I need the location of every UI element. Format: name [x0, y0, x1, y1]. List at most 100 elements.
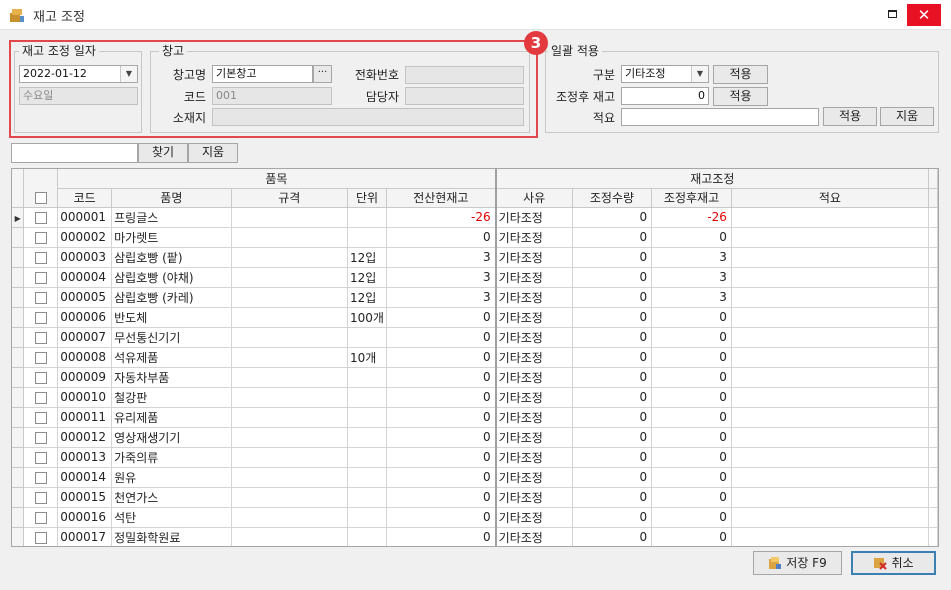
cell-qty[interactable]: 0 — [572, 427, 653, 448]
cell-memo[interactable] — [731, 347, 930, 368]
row-checkbox[interactable] — [34, 211, 47, 224]
table-row[interactable]: 000015 천연가스 0 기타조정 0 0 — [12, 487, 938, 508]
row-checkbox-cell[interactable] — [23, 367, 59, 388]
table-row[interactable]: 000017 정밀화학원료 0 기타조정 0 0 — [12, 527, 938, 546]
cell-code[interactable]: 000008 — [57, 347, 113, 368]
row-checkbox[interactable] — [34, 491, 47, 504]
row-checkbox-cell[interactable] — [23, 227, 59, 248]
row-checkbox[interactable] — [34, 311, 47, 324]
cell-stock[interactable]: 0 — [386, 527, 497, 546]
select-all-checkbox[interactable] — [34, 191, 47, 204]
cell-memo[interactable] — [731, 327, 930, 348]
cell-code[interactable]: 000006 — [57, 307, 113, 328]
cell-name[interactable]: 마가렛트 — [111, 227, 232, 248]
cell-after[interactable]: 0 — [651, 467, 732, 488]
search-input[interactable] — [11, 143, 138, 163]
cell-stock[interactable]: 0 — [386, 447, 497, 468]
col-reason[interactable]: 사유 — [495, 188, 573, 208]
row-checkbox[interactable] — [34, 291, 47, 304]
table-row[interactable]: 000003 삼립호빵 (팥) 12입 3 기타조정 0 3 — [12, 247, 938, 268]
cell-reason[interactable]: 기타조정 — [495, 207, 573, 228]
cell-code[interactable]: 000002 — [57, 227, 113, 248]
cell-unit[interactable] — [347, 447, 387, 468]
cell-spec[interactable] — [231, 347, 349, 368]
cell-after[interactable]: 0 — [651, 367, 732, 388]
cell-memo[interactable] — [731, 307, 930, 328]
cell-code[interactable]: 000015 — [57, 487, 113, 508]
memo-input[interactable] — [621, 108, 819, 126]
cell-spec[interactable] — [231, 267, 349, 288]
apply-after-stock-button[interactable]: 적용 — [713, 87, 768, 106]
cell-memo[interactable] — [731, 427, 930, 448]
cell-reason[interactable]: 기타조정 — [495, 307, 573, 328]
chevron-down-icon[interactable]: ▼ — [691, 66, 708, 82]
table-row[interactable]: 000006 반도체 100개 0 기타조정 0 0 — [12, 307, 938, 328]
row-checkbox[interactable] — [34, 271, 47, 284]
cell-spec[interactable] — [231, 307, 349, 328]
cell-name[interactable]: 삼립호빵 (팥) — [111, 247, 232, 268]
cell-qty[interactable]: 0 — [572, 227, 653, 248]
cell-qty[interactable]: 0 — [572, 327, 653, 348]
row-checkbox-cell[interactable] — [23, 327, 59, 348]
cell-after[interactable]: 0 — [651, 447, 732, 468]
cell-stock[interactable]: -26 — [386, 207, 497, 228]
cell-after[interactable]: 0 — [651, 347, 732, 368]
cell-after[interactable]: 0 — [651, 487, 732, 508]
cancel-button[interactable]: 취소 — [851, 551, 936, 575]
row-checkbox[interactable] — [34, 531, 47, 544]
cell-stock[interactable]: 3 — [386, 267, 497, 288]
cell-stock[interactable]: 0 — [386, 487, 497, 508]
row-checkbox[interactable] — [34, 231, 47, 244]
cell-unit[interactable] — [347, 467, 387, 488]
cell-qty[interactable]: 0 — [572, 287, 653, 308]
cell-unit[interactable] — [347, 427, 387, 448]
table-row[interactable]: 000016 석탄 0 기타조정 0 0 — [12, 507, 938, 528]
cell-memo[interactable] — [731, 207, 930, 228]
cell-after[interactable]: 0 — [651, 387, 732, 408]
cell-unit[interactable]: 12입 — [347, 267, 387, 288]
category-select[interactable]: 기타조정 ▼ — [621, 65, 709, 83]
table-row[interactable]: 000004 삼립호빵 (야채) 12입 3 기타조정 0 3 — [12, 267, 938, 288]
cell-code[interactable]: 000004 — [57, 267, 113, 288]
cell-stock[interactable]: 0 — [386, 367, 497, 388]
table-row[interactable]: 000010 철강판 0 기타조정 0 0 — [12, 387, 938, 408]
table-row[interactable]: 000013 가죽의류 0 기타조정 0 0 — [12, 447, 938, 468]
cell-stock[interactable]: 0 — [386, 347, 497, 368]
cell-name[interactable]: 천연가스 — [111, 487, 232, 508]
row-checkbox[interactable] — [34, 431, 47, 444]
cell-unit[interactable] — [347, 507, 387, 528]
cell-memo[interactable] — [731, 387, 930, 408]
cell-code[interactable]: 000001 — [57, 207, 113, 228]
cell-reason[interactable]: 기타조정 — [495, 507, 573, 528]
cell-unit[interactable] — [347, 367, 387, 388]
table-row[interactable]: 000008 석유제품 10개 0 기타조정 0 0 — [12, 347, 938, 368]
row-checkbox-cell[interactable] — [23, 427, 59, 448]
cell-name[interactable]: 철강판 — [111, 387, 232, 408]
cell-qty[interactable]: 0 — [572, 207, 653, 228]
cell-qty[interactable]: 0 — [572, 467, 653, 488]
cell-stock[interactable]: 0 — [386, 467, 497, 488]
cell-reason[interactable]: 기타조정 — [495, 247, 573, 268]
cell-unit[interactable]: 10개 — [347, 347, 387, 368]
row-checkbox[interactable] — [34, 391, 47, 404]
cell-after[interactable]: 3 — [651, 267, 732, 288]
row-checkbox[interactable] — [34, 331, 47, 344]
table-row[interactable]: 000007 무선통신기기 0 기타조정 0 0 — [12, 327, 938, 348]
cell-after[interactable]: 0 — [651, 507, 732, 528]
col-name[interactable]: 품명 — [111, 188, 232, 208]
cell-name[interactable]: 프링글스 — [111, 207, 232, 228]
cell-memo[interactable] — [731, 267, 930, 288]
cell-stock[interactable]: 0 — [386, 427, 497, 448]
cell-reason[interactable]: 기타조정 — [495, 287, 573, 308]
cell-name[interactable]: 원유 — [111, 467, 232, 488]
cell-after[interactable]: 3 — [651, 247, 732, 268]
select-all-cell[interactable] — [23, 188, 59, 208]
col-unit[interactable]: 단위 — [347, 188, 387, 208]
cell-spec[interactable] — [231, 227, 349, 248]
cell-spec[interactable] — [231, 527, 349, 546]
cell-code[interactable]: 000016 — [57, 507, 113, 528]
col-spec[interactable]: 규격 — [231, 188, 349, 208]
cell-stock[interactable]: 0 — [386, 227, 497, 248]
row-checkbox[interactable] — [34, 451, 47, 464]
cell-code[interactable]: 000007 — [57, 327, 113, 348]
